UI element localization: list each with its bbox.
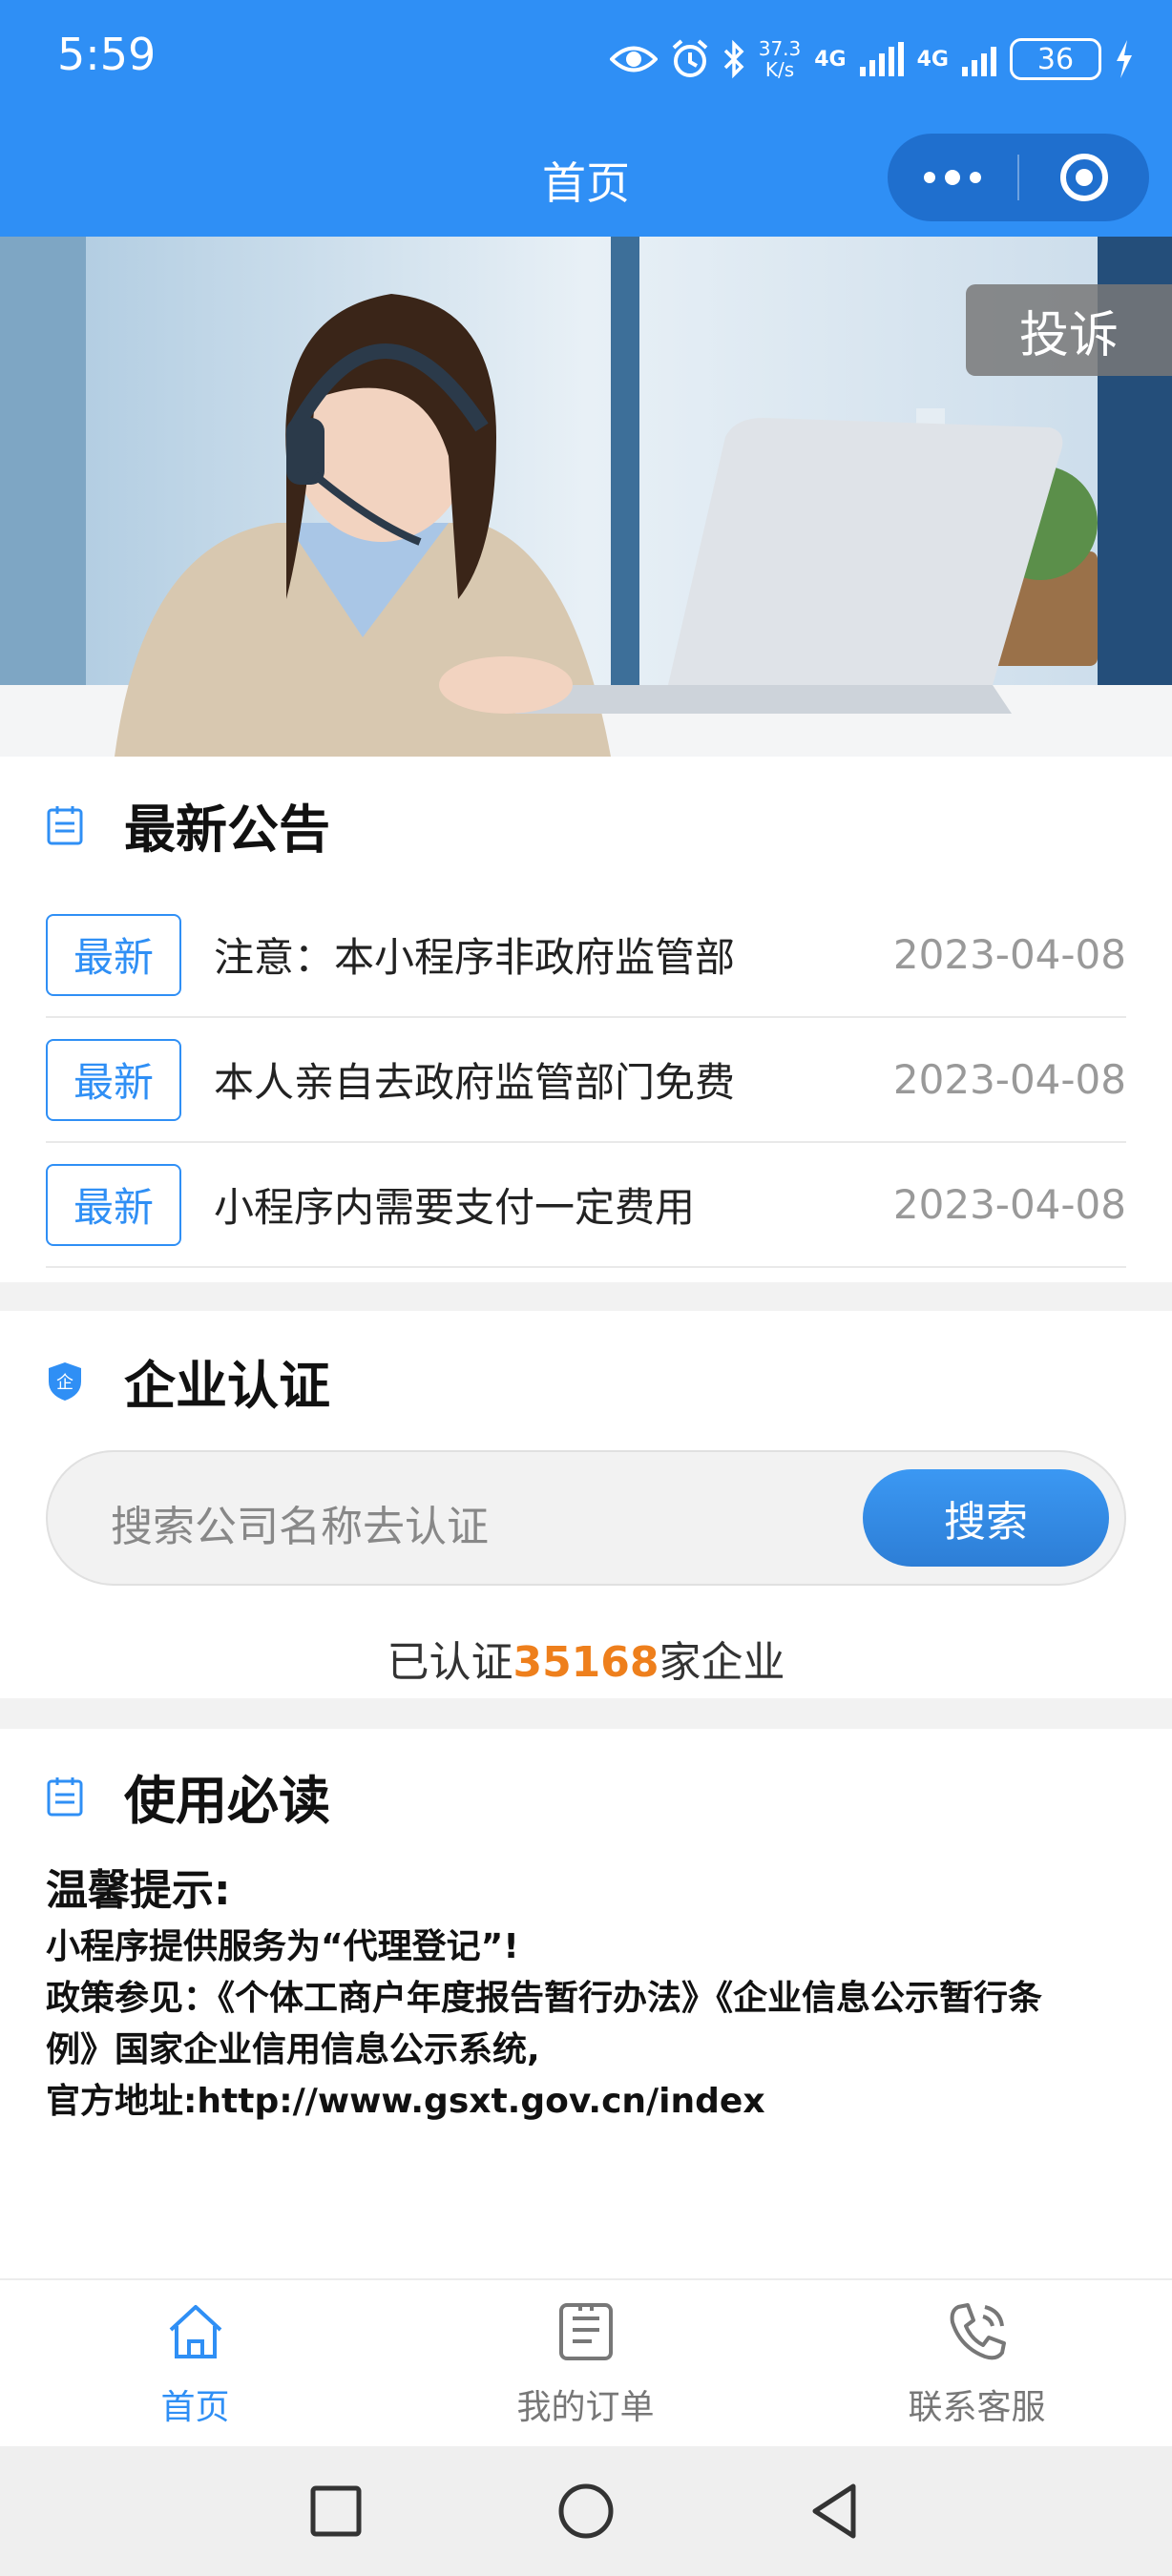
svg-text:企: 企 (56, 1373, 73, 1393)
count-prefix: 已认证 (387, 1638, 513, 1687)
announcement-text: 本人亲自去政府监管部门免费 (214, 1059, 736, 1106)
bluetooth-icon (723, 39, 744, 79)
section-divider (0, 1698, 1172, 1729)
tab-label: 联系客服 (908, 2388, 1046, 2427)
network-type-1: 4G (814, 47, 847, 72)
guide-line: 例》国家企业信用信息公示系统, (46, 2030, 540, 2069)
announcement-date: 2023-04-08 (892, 1056, 1126, 1103)
announcements-title: 最新公告 (124, 800, 330, 860)
close-icon (1060, 154, 1108, 201)
announcement-item[interactable]: 最新 小程序内需要支付一定费用 2023-04-08 (46, 1143, 1126, 1268)
guide-line: 官方地址:http://www.gsxt.gov.cn/index (46, 2082, 765, 2121)
new-tag: 最新 (46, 1038, 181, 1121)
network-speed: 37.3 K/s (759, 38, 802, 80)
guide-content: 温馨提示: 小程序提供服务为“代理登记”! 政策参见：《个体工商户年度报告暂行办… (46, 1860, 1134, 2128)
phone-icon (950, 2303, 1006, 2360)
signal-icon-2 (962, 42, 996, 76)
search-input[interactable]: 搜索公司名称去认证 (111, 1492, 489, 1553)
guide-line: 小程序提供服务为“代理登记”! (46, 1927, 519, 1966)
count-value: 35168 (513, 1638, 659, 1687)
recents-icon[interactable] (298, 2473, 374, 2549)
guide-heading: 温馨提示: (46, 1866, 231, 1915)
new-tag: 最新 (46, 1163, 181, 1246)
close-button[interactable] (1019, 134, 1149, 221)
network-speed-unit: K/s (764, 58, 795, 81)
charging-icon (1117, 40, 1132, 78)
back-icon[interactable] (798, 2473, 874, 2549)
shield-icon: 企 (49, 1361, 81, 1401)
eye-icon (609, 46, 658, 73)
guide-title: 使用必读 (124, 1771, 330, 1831)
calendar-icon (47, 805, 83, 844)
network-type-2: 4G (916, 47, 949, 72)
battery-level: 36 (1036, 42, 1075, 76)
more-button[interactable] (888, 134, 1017, 221)
tab-label: 我的订单 (516, 2388, 655, 2427)
announcement-date: 2023-04-08 (892, 1181, 1126, 1228)
system-nav-bar (0, 2446, 1172, 2576)
tab-label: 首页 (160, 2388, 230, 2427)
certification-title: 企业认证 (124, 1356, 330, 1416)
status-icons: 37.3 K/s 4G 4G 36 (609, 32, 1134, 86)
section-divider (0, 1282, 1172, 1311)
battery-icon: 36 (1010, 38, 1101, 80)
announcement-text: 注意：本小程序非政府监管部 (214, 934, 736, 981)
search-button[interactable]: 搜索 (863, 1469, 1109, 1567)
announcement-item[interactable]: 最新 注意：本小程序非政府监管部 2023-04-08 (46, 893, 1126, 1018)
guide-line: 政策参见：《个体工商户年度报告暂行办法》《企业信息公示暂行条 (46, 1979, 1043, 2018)
announcements-header: 最新公告 (46, 787, 330, 862)
complaint-button[interactable]: 投诉 (966, 284, 1172, 376)
top-bar: 5:59 37.3 K/s 4G 4G 36 首页 (0, 0, 1172, 237)
home-icon (169, 2305, 221, 2358)
announcement-date: 2023-04-08 (892, 931, 1126, 978)
new-tag: 最新 (46, 913, 181, 996)
status-time: 5:59 (57, 29, 157, 80)
tab-customer-service[interactable]: 联系客服 (782, 2280, 1172, 2448)
tab-orders[interactable]: 我的订单 (390, 2280, 781, 2448)
home-nav-icon[interactable] (548, 2473, 624, 2549)
guide-header: 使用必读 (46, 1758, 330, 1834)
certified-count: 已认证35168家企业 (0, 1628, 1172, 1689)
announcement-item[interactable]: 最新 本人亲自去政府监管部门免费 2023-04-08 (46, 1018, 1126, 1143)
signal-icon (859, 42, 904, 76)
tab-home[interactable]: 首页 (0, 2280, 390, 2448)
banner: 投诉 (0, 237, 1172, 757)
alarm-icon (672, 39, 708, 77)
certification-header: 企 企业认证 (46, 1343, 330, 1419)
count-suffix: 家企业 (659, 1638, 785, 1687)
calendar-icon (47, 1776, 83, 1816)
network-speed-value: 37.3 (758, 37, 802, 60)
status-bar: 5:59 37.3 K/s 4G 4G 36 (0, 0, 1172, 118)
order-icon (558, 2303, 613, 2360)
announcement-text: 小程序内需要支付一定费用 (214, 1184, 696, 1231)
title-bar: 首页 (0, 118, 1172, 237)
miniprogram-capsule (888, 134, 1149, 221)
tab-bar: 首页 我的订单 联系客服 (0, 2278, 1172, 2446)
company-search-bar: 搜索公司名称去认证 搜索 (46, 1450, 1126, 1586)
